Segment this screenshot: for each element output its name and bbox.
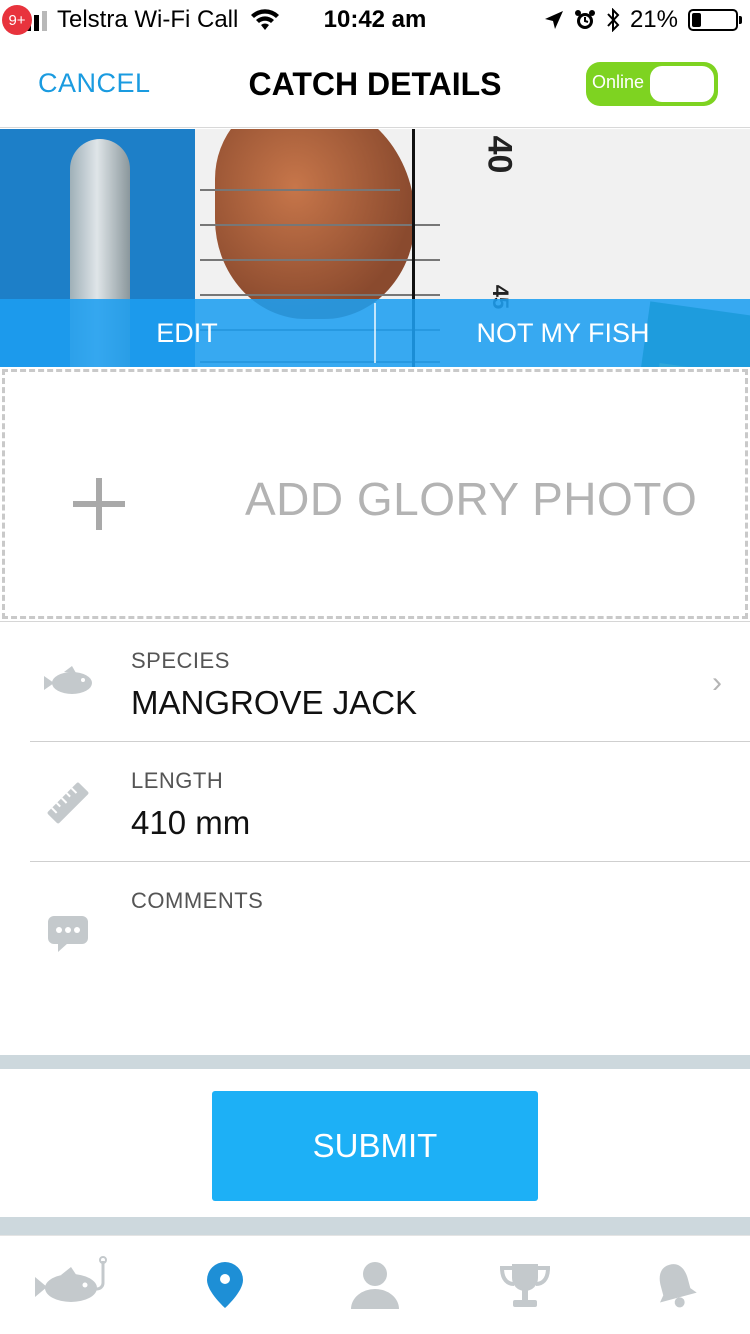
species-label: SPECIES — [131, 648, 230, 673]
add-glory-photo-button[interactable]: ADD GLORY PHOTO — [2, 369, 748, 619]
status-right: 21% — [544, 6, 742, 34]
tab-leaderboard[interactable] — [450, 1236, 600, 1334]
location-pin-icon — [207, 1262, 243, 1308]
ruler-tick — [200, 189, 400, 191]
toggle-knob — [650, 66, 714, 102]
carrier-name: Telstra Wi-Fi Call — [57, 6, 239, 33]
comments-row[interactable]: COMMENTS — [30, 862, 750, 1056]
comments-input[interactable] — [131, 924, 691, 984]
ruler-icon — [47, 782, 89, 824]
section-divider — [0, 1217, 750, 1235]
tab-notifications[interactable] — [600, 1236, 750, 1334]
tab-map[interactable] — [150, 1236, 300, 1334]
add-glory-photo-label: ADD GLORY PHOTO — [245, 473, 698, 525]
submit-button[interactable]: SUBMIT — [212, 1091, 538, 1201]
battery-fill — [692, 13, 701, 27]
tab-profile[interactable] — [300, 1236, 450, 1334]
length-label: LENGTH — [131, 768, 224, 793]
location-arrow-icon — [544, 11, 563, 29]
plus-icon — [73, 478, 125, 530]
comments-label: COMMENTS — [131, 888, 264, 913]
tab-bar — [0, 1235, 750, 1334]
fish-hook-icon — [35, 1256, 107, 1302]
online-toggle[interactable]: Online — [586, 62, 718, 106]
length-value: 410 mm — [131, 804, 251, 841]
bell-icon — [659, 1264, 697, 1308]
wifi-icon — [251, 9, 280, 30]
battery-icon — [688, 9, 742, 31]
battery-percent: 21% — [629, 6, 678, 33]
not-my-fish-button[interactable]: NOT MY FISH — [376, 299, 750, 367]
chevron-right-icon: › — [712, 666, 722, 699]
ruler-tick — [200, 224, 440, 226]
length-row[interactable]: LENGTH 410 mm — [30, 742, 750, 862]
profile-icon — [351, 1262, 399, 1309]
trophy-icon — [499, 1264, 551, 1307]
ruler-tick — [200, 259, 440, 261]
section-divider — [0, 1055, 750, 1069]
ruler-tick — [200, 294, 440, 296]
catch-details-form: SPECIES MANGROVE JACK › LENGTH 410 mm CO… — [0, 621, 750, 1056]
tab-catches[interactable] — [0, 1236, 150, 1334]
comment-bubble-icon — [48, 916, 88, 952]
online-toggle-label: Online — [592, 72, 645, 92]
cancel-button[interactable]: CANCEL — [38, 68, 151, 99]
submit-section: SUBMIT — [0, 1069, 750, 1217]
status-bar: 9+ Telstra Wi-Fi Call 10:42 am 21% — [0, 0, 750, 40]
species-value: MANGROVE JACK — [131, 684, 418, 721]
ruler-number-40: 40 — [480, 135, 519, 174]
species-row[interactable]: SPECIES MANGROVE JACK › — [30, 622, 750, 742]
bluetooth-icon — [607, 8, 620, 32]
navigation-bar: CANCEL CATCH DETAILS Online — [0, 40, 750, 128]
fish-icon — [44, 666, 92, 694]
status-left: 9+ Telstra Wi-Fi Call — [0, 4, 280, 36]
notification-badge: 9+ — [2, 5, 32, 35]
alarm-icon — [574, 10, 595, 29]
edit-photo-button[interactable]: EDIT — [0, 299, 374, 367]
photo-actions-bar: EDIT NOT MY FISH — [0, 299, 750, 367]
